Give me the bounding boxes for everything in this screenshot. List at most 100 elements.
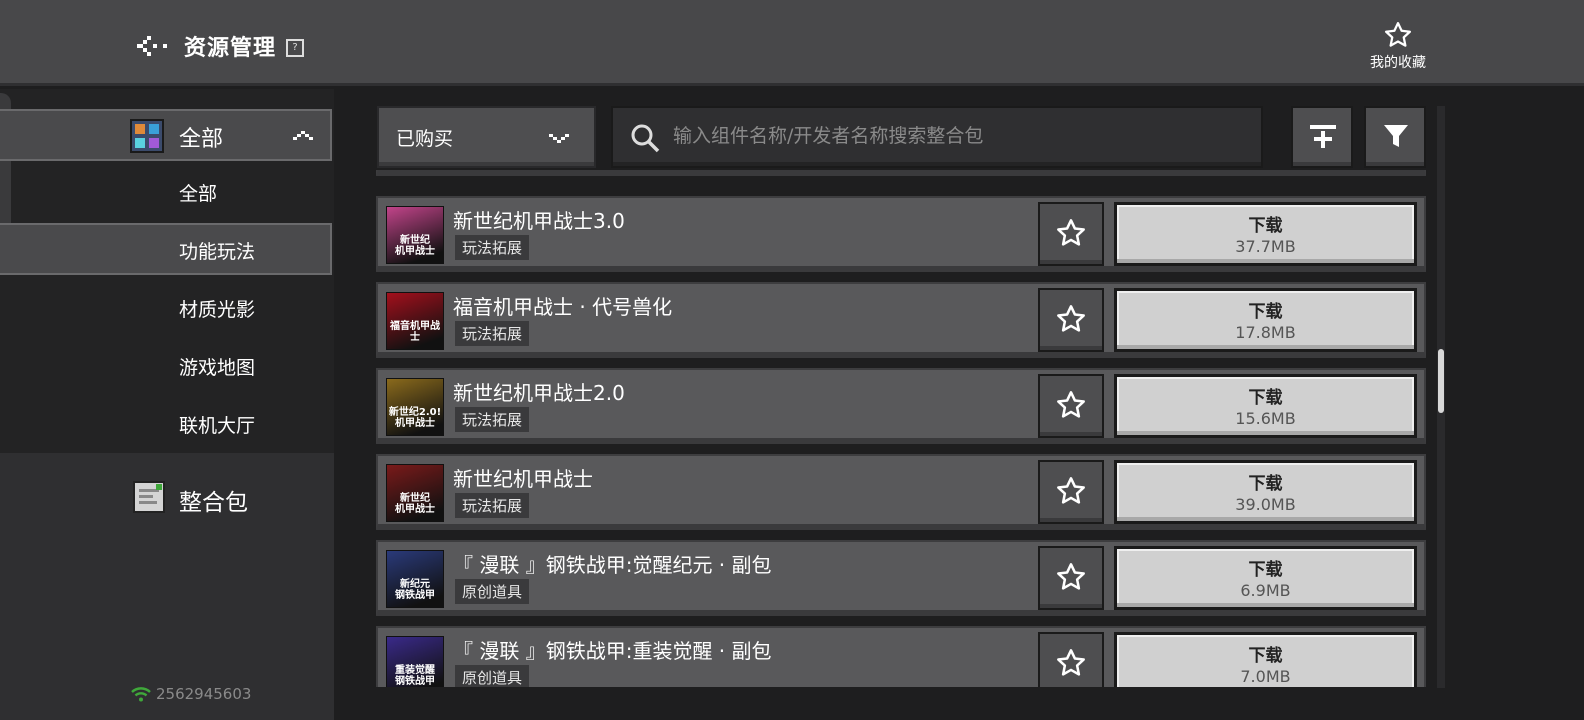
category-tag: 玩法拓展 [455, 407, 530, 432]
resource-title: 『 漫联 』钢铁战甲:觉醒纪元 · 副包 [453, 553, 772, 577]
list-item[interactable]: 重装觉醒 钢铁战甲『 漫联 』钢铁战甲:重装觉醒 · 副包 原创道具 下载 7.0MB [376, 626, 1426, 687]
favorite-button[interactable] [1038, 632, 1104, 687]
back-arrow-icon[interactable] [137, 36, 169, 56]
resource-title: 『 漫联 』钢铁战甲:重装觉醒 · 副包 [453, 639, 772, 663]
file-size: 37.7MB [1235, 237, 1296, 256]
modpack-document-icon [133, 481, 165, 513]
thumbnail-caption: 新世纪2.0! 机甲战士 [388, 407, 442, 429]
star-outline-icon [1057, 391, 1085, 418]
favorite-button[interactable] [1038, 288, 1104, 352]
favorites-button[interactable]: 我的收藏 [1360, 20, 1436, 72]
resource-title: 新世纪机甲战士2.0 [453, 381, 625, 405]
chevron-up-icon [293, 131, 313, 140]
scrollbar-thumb[interactable] [1438, 349, 1444, 413]
file-size: 15.6MB [1235, 409, 1296, 428]
favorites-label: 我的收藏 [1370, 55, 1426, 71]
resource-thumbnail: 新纪元 钢铁战甲 [386, 550, 444, 608]
resource-title: 新世纪机甲战士3.0 [453, 209, 625, 233]
list-item [376, 170, 1426, 176]
favorite-button[interactable] [1038, 202, 1104, 266]
download-button[interactable]: 下载 6.9MB [1114, 546, 1417, 610]
file-size: 6.9MB [1240, 581, 1291, 600]
favorite-button[interactable] [1038, 546, 1104, 610]
download-label: 下载 [1248, 560, 1283, 580]
search-icon [631, 124, 660, 153]
resource-thumbnail: 新世纪 机甲战士 [386, 206, 444, 264]
list-item[interactable]: 福音机甲战士 福音机甲战士 · 代号兽化 玩法拓展 下载 17.8MB [376, 282, 1426, 358]
category-tag: 玩法拓展 [455, 321, 530, 346]
thumbnail-caption: 福音机甲战士 [390, 321, 440, 343]
category-grid-icon [130, 119, 164, 153]
thumbnail-caption: 重装觉醒 钢铁战甲 [395, 665, 435, 687]
sidebar-item-label: 游戏地图 [179, 357, 256, 379]
resource-title: 福音机甲战士 · 代号兽化 [453, 295, 673, 319]
download-button[interactable]: 下载 7.0MB [1114, 632, 1417, 687]
star-outline-icon [1057, 563, 1085, 590]
star-outline-icon [1057, 305, 1085, 332]
sidebar-item-modpack[interactable]: 整合包 [0, 471, 334, 523]
chevron-down-icon [549, 134, 569, 143]
sidebar-item-all[interactable]: 全部 [0, 165, 332, 217]
filter-funnel-icon [1384, 125, 1408, 147]
modpack-label: 整合包 [179, 490, 248, 516]
thumbnail-caption: 新世纪 机甲战士 [395, 493, 435, 515]
star-outline-icon [1057, 477, 1085, 504]
file-size: 39.0MB [1235, 495, 1296, 514]
download-label: 下载 [1248, 646, 1283, 666]
wifi-icon [131, 687, 151, 702]
dropdown-value: 已购买 [396, 128, 454, 150]
file-size: 7.0MB [1240, 667, 1291, 686]
favorite-button[interactable] [1038, 460, 1104, 524]
sidebar-item-label: 全部 [179, 183, 218, 205]
top-bar: 资源管理 ? 我的收藏 [0, 0, 1584, 86]
pin-top-button[interactable] [1291, 106, 1353, 168]
download-button[interactable]: 下载 39.0MB [1114, 460, 1417, 524]
resource-thumbnail: 新世纪2.0! 机甲战士 [386, 378, 444, 436]
list-item[interactable]: 新纪元 钢铁战甲『 漫联 』钢铁战甲:觉醒纪元 · 副包 原创道具 下载 6.9MB [376, 540, 1426, 616]
category-tag: 玩法拓展 [455, 493, 530, 518]
file-size: 17.8MB [1235, 323, 1296, 342]
sidebar-item-label: 功能玩法 [179, 241, 256, 263]
sidebar-item-gameplay[interactable]: 功能玩法 [0, 223, 332, 275]
download-button[interactable]: 下载 15.6MB [1114, 374, 1417, 438]
download-label: 下载 [1248, 474, 1283, 494]
sidebar: 全部 全部 功能玩法 材质光影 游戏地图 联机大厅 整合包 2562945603 [0, 89, 334, 720]
category-tag: 原创道具 [455, 665, 530, 687]
category-label: 全部 [179, 127, 224, 152]
download-button[interactable]: 下载 17.8MB [1114, 288, 1417, 352]
sidebar-item-textures[interactable]: 材质光影 [0, 281, 332, 333]
download-label: 下载 [1248, 388, 1283, 408]
list-item[interactable]: 新世纪 机甲战士 新世纪机甲战士 玩法拓展 下载 39.0MB [376, 454, 1426, 530]
category-panel: 全部 全部 功能玩法 材质光影 游戏地图 联机大厅 [0, 89, 334, 453]
sidebar-item-lobby[interactable]: 联机大厅 [0, 397, 332, 449]
sidebar-item-label: 联机大厅 [179, 415, 256, 437]
sidebar-item-label: 材质光影 [179, 299, 256, 321]
list-item[interactable]: 新世纪 机甲战士 新世纪机甲战士3.0 玩法拓展 下载 37.7MB [376, 196, 1426, 272]
download-label: 下载 [1248, 216, 1283, 236]
star-outline-icon [1385, 22, 1411, 47]
resource-title: 新世纪机甲战士 [453, 467, 593, 491]
category-all[interactable]: 全部 [0, 109, 332, 161]
pin-top-icon [1310, 125, 1336, 148]
search-input[interactable] [671, 120, 1235, 152]
thumbnail-caption: 新纪元 钢铁战甲 [395, 579, 435, 601]
sidebar-item-maps[interactable]: 游戏地图 [0, 339, 332, 391]
download-button[interactable]: 下载 37.7MB [1114, 202, 1417, 266]
list-item[interactable]: 新世纪2.0! 机甲战士 新世纪机甲战士2.0 玩法拓展 下载 15.6MB [376, 368, 1426, 444]
star-outline-icon [1057, 219, 1085, 246]
help-icon[interactable]: ? [286, 39, 304, 57]
thumbnail-caption: 新世纪 机甲战士 [395, 235, 435, 257]
resource-thumbnail: 新世纪 机甲战士 [386, 464, 444, 522]
filter-button[interactable] [1364, 106, 1426, 168]
filter-dropdown[interactable]: 已购买 [377, 106, 596, 168]
user-id: 2562945603 [156, 685, 252, 703]
favorite-button[interactable] [1038, 374, 1104, 438]
category-tag: 玩法拓展 [455, 235, 530, 260]
resource-list[interactable]: 新世纪 机甲战士 新世纪机甲战士3.0 玩法拓展 下载 37.7MB 福音机甲战士 福音机甲… [376, 170, 1426, 687]
category-tag: 原创道具 [455, 579, 530, 604]
download-label: 下载 [1248, 302, 1283, 322]
resource-thumbnail: 重装觉醒 钢铁战甲 [386, 636, 444, 687]
star-outline-icon [1057, 649, 1085, 676]
page-title: 资源管理 [184, 36, 277, 61]
search-box [611, 106, 1263, 168]
